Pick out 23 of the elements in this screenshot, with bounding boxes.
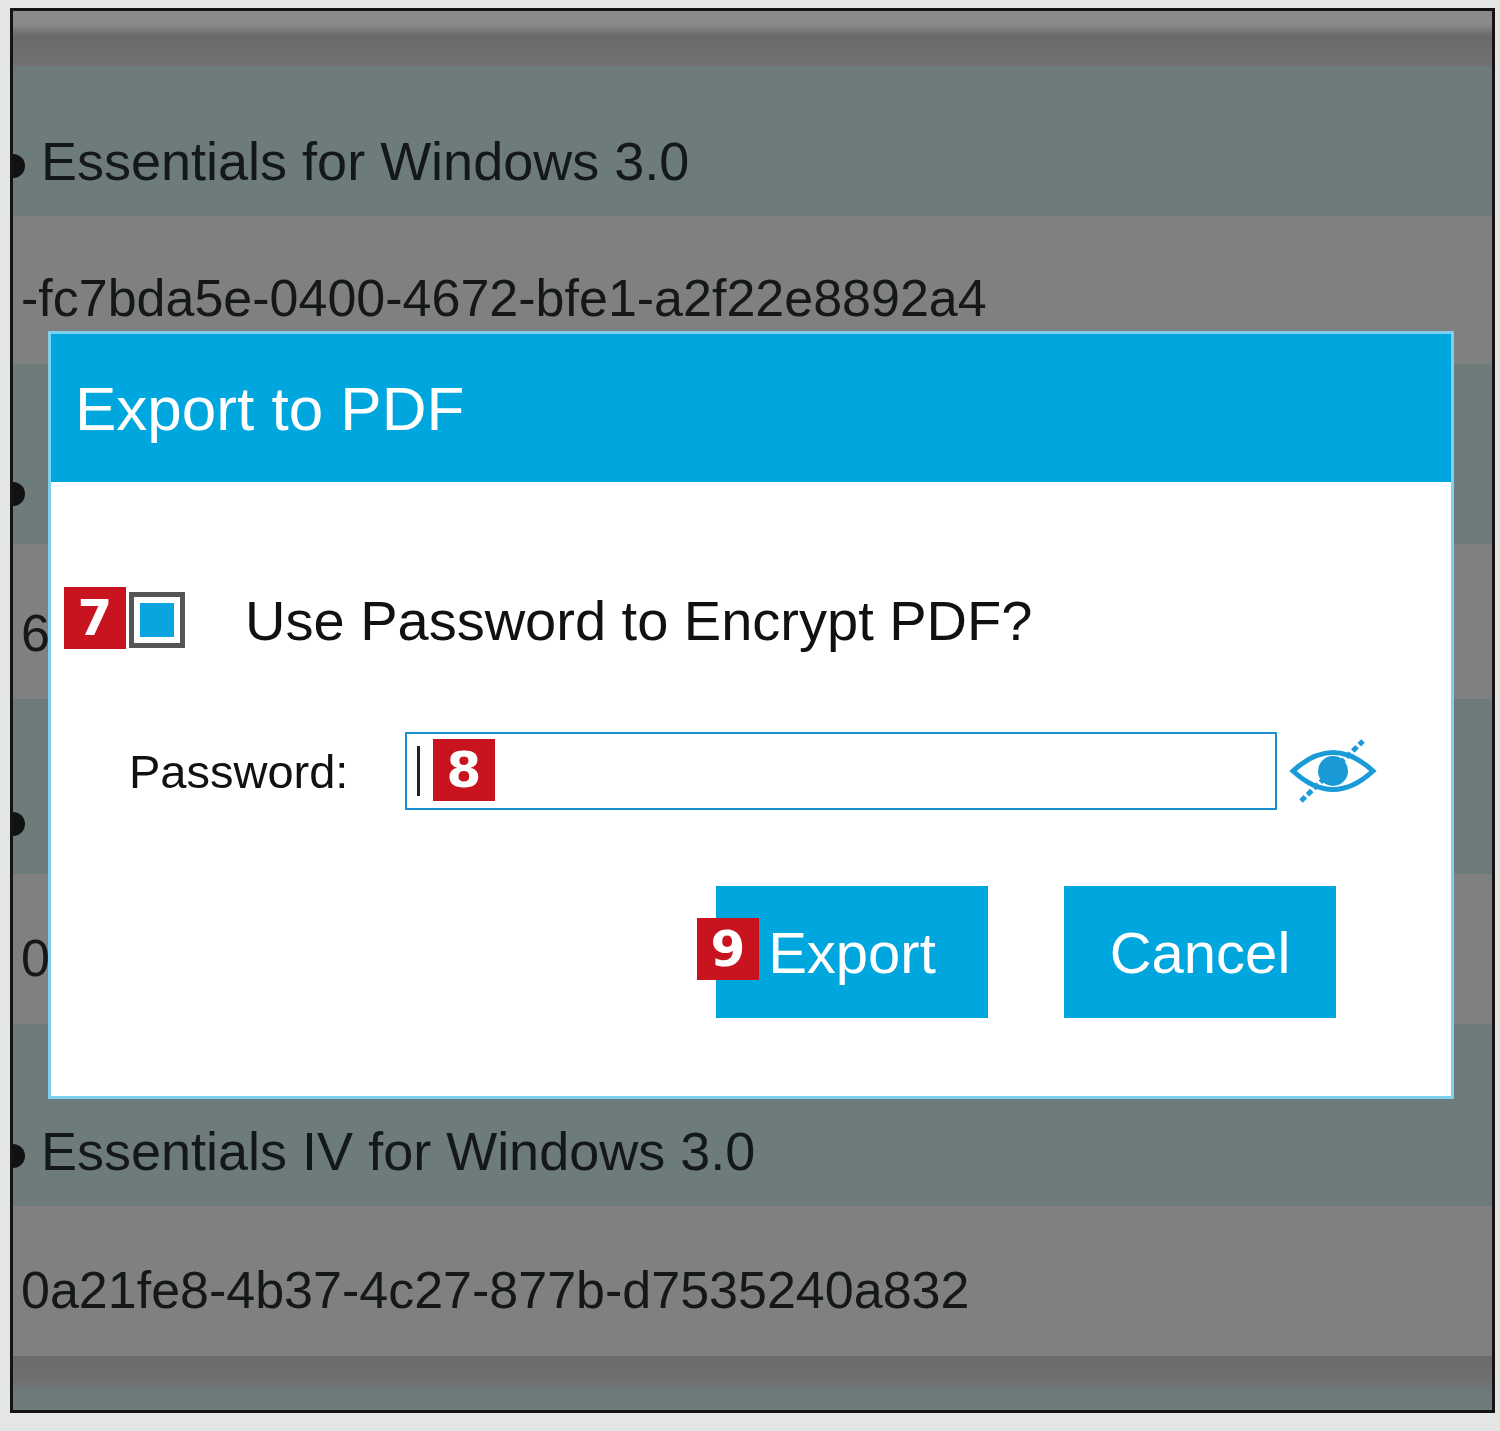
callout-badge: 9 — [697, 918, 759, 980]
cancel-button[interactable]: Cancel — [1064, 886, 1336, 1018]
encrypt-label: Use Password to Encrypt PDF? — [245, 587, 1033, 653]
product-id: 6 — [21, 607, 50, 659]
password-label: Password: — [129, 743, 350, 799]
callout-badge: 8 — [433, 739, 495, 801]
list-row[interactable]: Essentials for Windows 3.0 — [13, 66, 1492, 216]
bullet-icon — [13, 812, 27, 836]
list-row[interactable]: 0a21fe8-4b37-4c27-877b-d7535240a832 — [13, 1206, 1492, 1356]
password-field[interactable]: 8 — [405, 732, 1277, 810]
product-name: Essentials IV for Windows 3.0 — [41, 1124, 756, 1178]
callout-badge: 7 — [64, 587, 126, 649]
dialog-title: Export to PDF — [75, 372, 465, 444]
product-id: -fc7bda5e-0400-4672-bfe1-a2f22e8892a4 — [21, 272, 987, 324]
product-id: 0a21fe8-4b37-4c27-877b-d7535240a832 — [21, 1264, 970, 1316]
eye-slash-icon[interactable] — [1289, 738, 1377, 804]
product-id: 0 — [21, 932, 50, 984]
bullet-icon — [13, 154, 27, 178]
bullet-icon — [13, 1144, 27, 1168]
encrypt-checkbox[interactable] — [129, 592, 185, 648]
product-name: Essentials for Windows 3.0 — [41, 134, 690, 188]
text-caret — [417, 746, 420, 796]
bullet-icon — [13, 482, 27, 506]
